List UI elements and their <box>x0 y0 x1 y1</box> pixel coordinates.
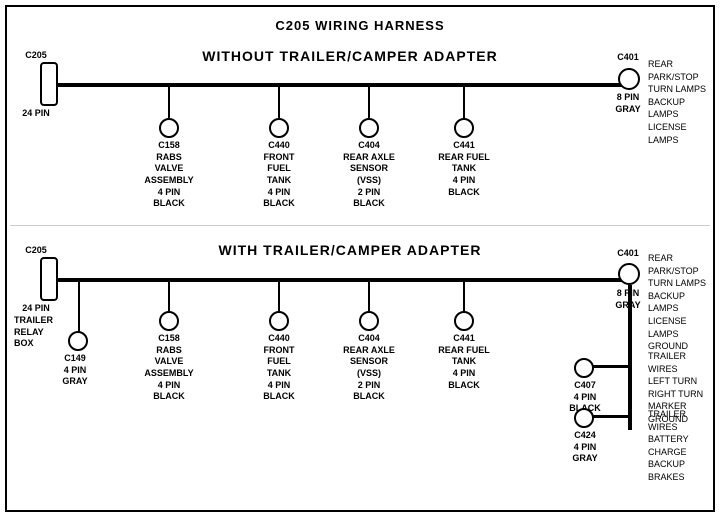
C401-top-right-label: REAR PARK/STOPTURN LAMPSBACKUP LAMPSLICE… <box>648 58 716 146</box>
C158-bot-label: C158RABS VALVEASSEMBLY4 PIN BLACK <box>143 333 195 403</box>
section1-label: WITHOUT TRAILER/CAMPER ADAPTER <box>160 48 540 64</box>
C441-bot-connector <box>454 311 474 331</box>
C424-connector <box>574 408 594 428</box>
wire-C407-horiz <box>618 338 620 340</box>
C404-top-label: C404REAR AXLESENSOR(VSS)2 PIN BLACK <box>343 140 395 210</box>
C441-top-label: C441REAR FUELTANK4 PIN BLACK <box>438 140 490 198</box>
C149-drop <box>78 278 80 333</box>
C441-bot-label: C441REAR FUELTANK4 PIN BLACK <box>438 333 490 391</box>
section2-label: WITH TRAILER/CAMPER ADAPTER <box>160 242 540 258</box>
C424-right-label: TRAILER WIRESBATTERY CHARGEBACKUPBRAKES <box>648 408 716 484</box>
wire-C424-vert <box>628 368 630 416</box>
C401-bot-connector <box>618 263 640 285</box>
C401-bot-right-label: REAR PARK/STOPTURN LAMPSBACKUP LAMPSLICE… <box>648 252 716 353</box>
C158-bot-connector <box>159 311 179 331</box>
C440-bot-label: C440FRONT FUELTANK4 PIN BLACK <box>253 333 305 403</box>
C407-connector <box>574 358 594 378</box>
C440-top-label: C440FRONT FUELTANK4 PIN BLACK <box>253 140 305 210</box>
C158-top-drop <box>168 85 170 120</box>
C404-bot-connector <box>359 311 379 331</box>
C158-top-connector <box>159 118 179 138</box>
C440-top-drop <box>278 85 280 120</box>
C404-top-connector <box>359 118 379 138</box>
C440-bot-connector <box>269 311 289 331</box>
wire-top-section1 <box>55 83 630 87</box>
C205-top-connector <box>40 62 58 106</box>
C404-top-drop <box>368 85 370 120</box>
C441-top-drop <box>463 85 465 120</box>
C205-bot-connector <box>40 257 58 301</box>
C149-connector <box>68 331 88 351</box>
page-title: C205 WIRING HARNESS <box>0 10 720 33</box>
wire-C407-vert <box>628 340 630 368</box>
C441-bot-drop <box>463 278 465 313</box>
C158-bot-drop <box>168 278 170 313</box>
C205-bot-label: C205 <box>16 245 56 257</box>
wire-bot-section2 <box>55 278 630 282</box>
C205-top-label: C205 <box>16 50 56 62</box>
diagram: C205 WIRING HARNESS WITHOUT TRAILER/CAMP… <box>0 0 720 500</box>
C401-top-label: C401 <box>610 52 646 64</box>
C401-top-connector <box>618 68 640 90</box>
trailer-relay-label: TRAILERRELAYBOX <box>14 315 76 350</box>
C149-label: C1494 PIN GRAY <box>52 353 98 388</box>
border <box>5 5 715 512</box>
C401-top-sublabel: 8 PINGRAY <box>610 92 646 115</box>
C401-bot-label: C401 <box>610 248 646 260</box>
C404-bot-label: C404REAR AXLESENSOR(VSS)2 PIN BLACK <box>343 333 395 403</box>
C205-bot-sublabel: 24 PIN <box>16 303 56 315</box>
section-divider <box>10 225 710 226</box>
C441-top-connector <box>454 118 474 138</box>
C440-bot-drop <box>278 278 280 313</box>
C440-top-connector <box>269 118 289 138</box>
C404-bot-drop <box>368 278 370 313</box>
C205-top-sublabel: 24 PIN <box>16 108 56 120</box>
C158-top-label: C158RABS VALVEASSEMBLY4 PIN BLACK <box>143 140 195 210</box>
C424-label: C4244 PINGRAY <box>565 430 605 465</box>
